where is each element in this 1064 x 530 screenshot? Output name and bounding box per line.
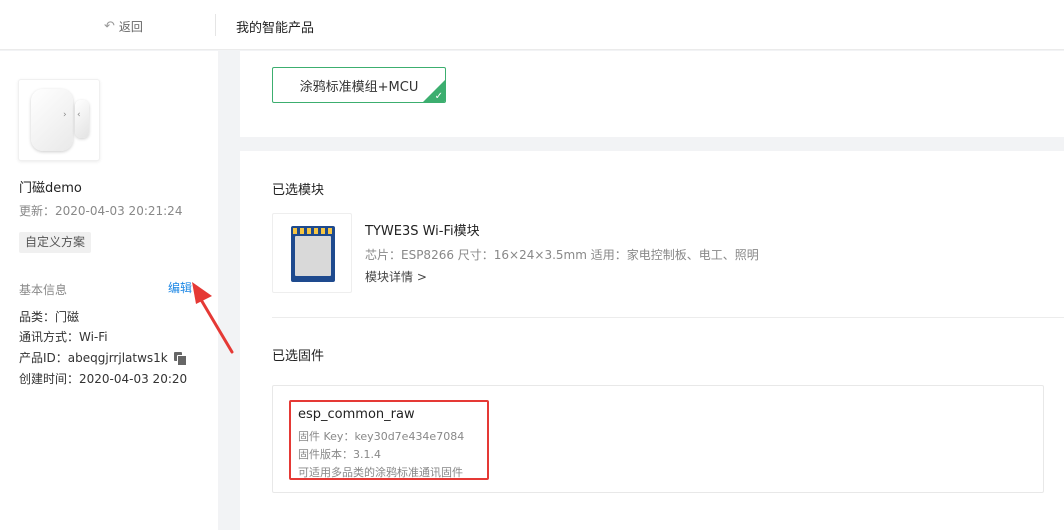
product-id-row: 产品ID：abeqgjrrjlatws1k [19,349,187,366]
top-bar: ↶ 返回 我的智能产品 [0,0,1064,50]
module-name: TYWE3S Wi-Fi模块 [365,224,480,239]
scheme-card: 涂鸦标准模组+MCU ✓ [240,51,1064,137]
product-id-info: 产品ID：abeqgjrrjlatws1k [19,351,168,365]
created-time-info: 创建时间：2020-04-03 20:20 [19,372,188,386]
scheme-option-label: 涂鸦标准模组+MCU [299,79,419,95]
protocol-info: 通讯方式：Wi-Fi [19,330,108,344]
module-image [272,213,352,293]
check-icon: ✓ [434,91,443,102]
back-label: 返回 [118,20,143,34]
product-name: 门磁demo [19,181,82,196]
firmware-description: 可适用多品类的涂鸦标准通讯固件 [298,466,463,479]
selection-card: 已选模块 TYWE3S Wi-Fi模块 芯片：ESP8266 尺寸：16×24×… [240,151,1064,530]
module-spec: 芯片：ESP8266 尺寸：16×24×3.5mm 适用：家电控制板、电工、照明 [365,248,759,262]
product-image: › ‹ [18,79,100,161]
firmware-key: 固件 Key：key30d7e434e7084 [298,430,465,443]
copy-icon[interactable] [173,351,187,366]
firmware-card: esp_common_raw 固件 Key：key30d7e434e7084 固… [272,385,1044,493]
firmware-version: 固件版本：3.1.4 [298,448,381,461]
back-button[interactable]: ↶ 返回 [104,18,143,35]
main-content: 涂鸦标准模组+MCU ✓ 已选模块 TYWE3S Wi-Fi模块 芯片：ESP8… [240,51,1064,530]
header-divider [215,14,216,36]
module-detail-link[interactable]: 模块详情 > [365,268,427,285]
firmware-name: esp_common_raw [298,407,415,422]
back-arrow-icon: ↶ [104,19,115,34]
selected-firmware-title: 已选固件 [272,349,325,364]
product-updated-time: 更新：2020-04-03 20:21:24 [19,204,183,218]
category-info: 品类：门磁 [19,310,80,324]
scheme-option-selected[interactable]: 涂鸦标准模组+MCU ✓ [272,67,446,103]
scheme-tag: 自定义方案 [19,232,92,253]
annotation-arrow-icon [192,282,234,354]
selected-module-title: 已选模块 [272,183,325,198]
basic-info-label: 基本信息 [19,283,68,297]
page-title: 我的智能产品 [236,21,315,36]
section-divider [272,317,1064,318]
